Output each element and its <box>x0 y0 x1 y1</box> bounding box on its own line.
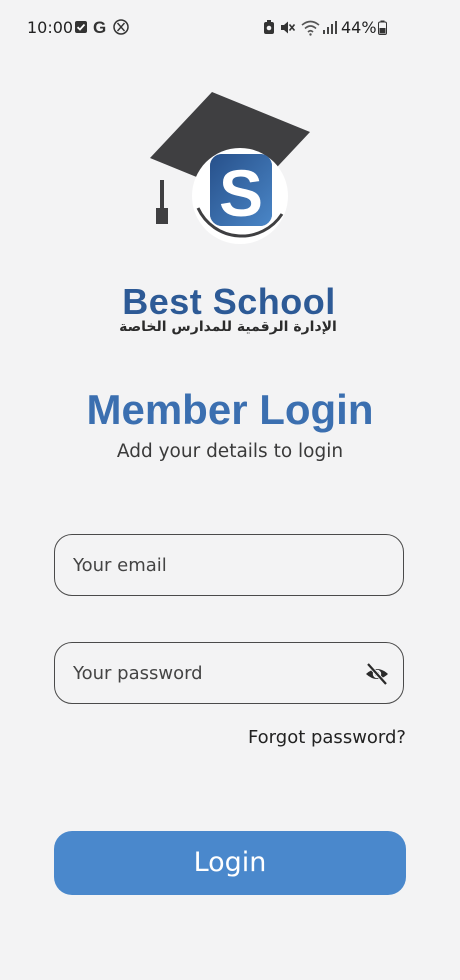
battery-percent: 44% <box>341 18 377 37</box>
svg-text:G: G <box>93 19 106 35</box>
tassel-end <box>156 208 168 224</box>
brand-block: Best School الإدارة الرقمية للمدارس الخا… <box>0 284 460 336</box>
page-title: Member Login <box>86 386 374 433</box>
login-button[interactable]: Login <box>54 831 406 895</box>
brand-tagline: الإدارة الرقمية للمدارس الخاصة <box>119 319 337 335</box>
wifi-icon <box>301 20 320 36</box>
best-school-logo: S <box>150 92 310 244</box>
google-icon: G <box>93 19 106 35</box>
mute-icon <box>281 21 296 34</box>
brand-name: Best School <box>122 281 336 322</box>
forgot-password-link[interactable]: Forgot password? <box>248 727 406 748</box>
eye-off-icon[interactable] <box>363 660 391 688</box>
signal-icon <box>323 21 337 34</box>
x-icon <box>113 19 129 35</box>
status-bar: 10:00 G 44% <box>0 0 460 56</box>
battery-saver-icon <box>264 20 274 34</box>
password-placeholder: Your password <box>73 663 203 684</box>
email-field[interactable]: Your email <box>54 534 404 596</box>
status-time: 10:00 <box>27 18 74 37</box>
svg-text:S: S <box>219 156 263 230</box>
email-placeholder: Your email <box>73 555 167 576</box>
page-subtitle: Add your details to login <box>116 441 344 462</box>
password-field[interactable]: Your password <box>54 642 404 704</box>
battery-icon <box>378 20 387 35</box>
checkbox-icon <box>75 21 87 33</box>
